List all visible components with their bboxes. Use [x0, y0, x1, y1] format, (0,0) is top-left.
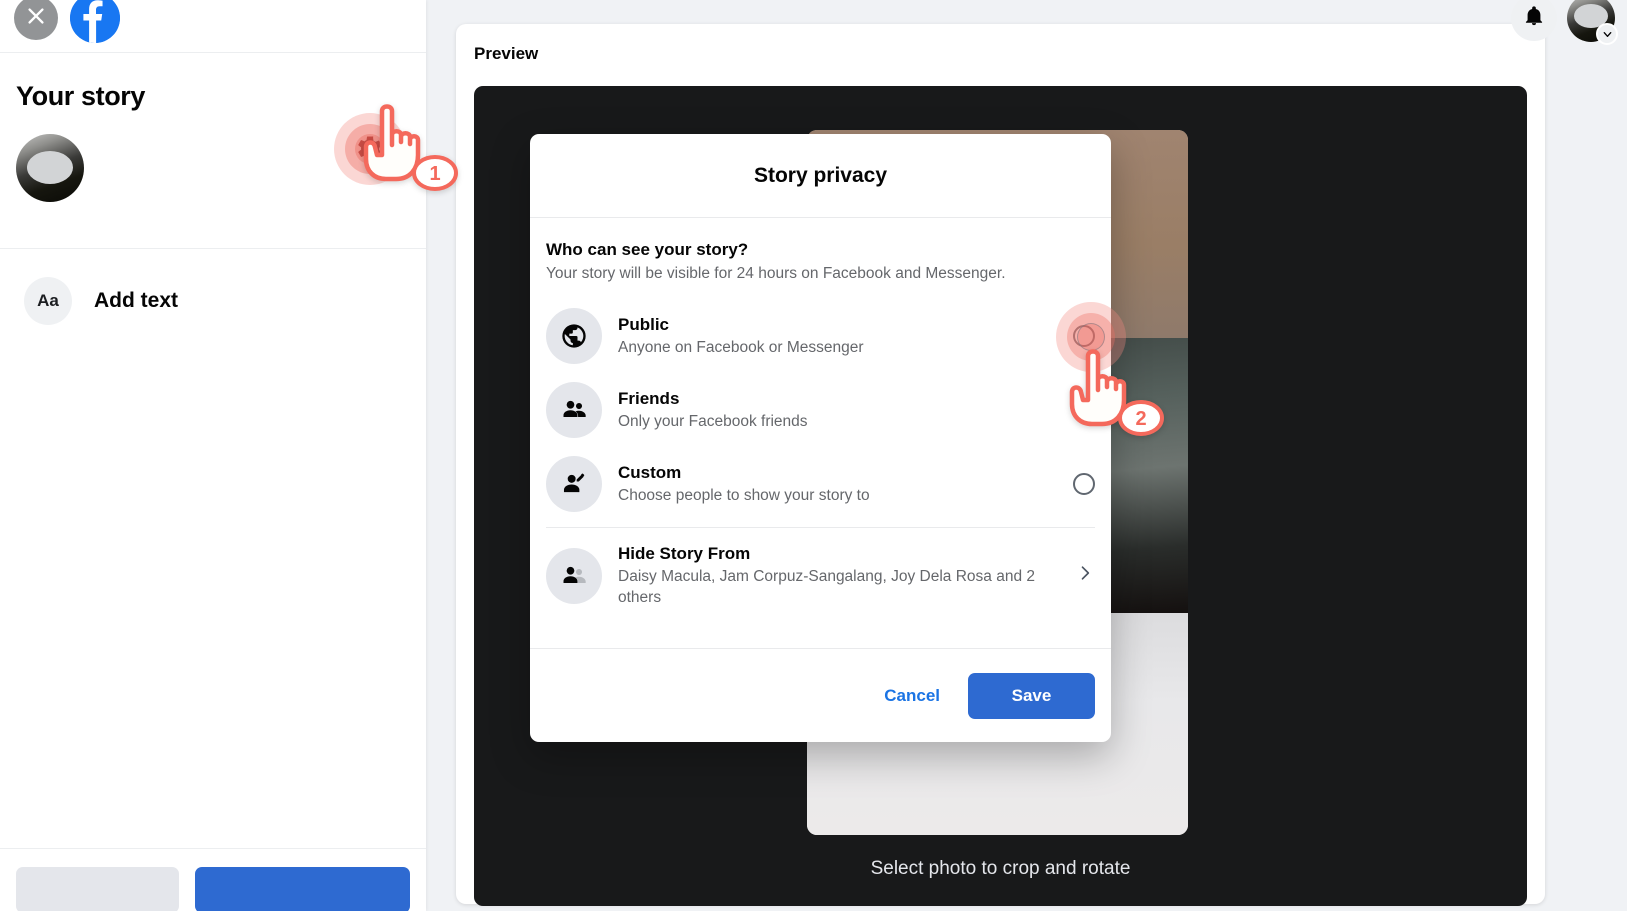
- dialog-intro: Who can see your story? Your story will …: [530, 240, 1111, 283]
- hide-story-from-title: Hide Story From: [618, 544, 751, 563]
- gear-icon: [334, 113, 406, 185]
- dialog-title: Story privacy: [753, 163, 888, 187]
- privacy-option-friends[interactable]: Friends Only your Facebook friends: [530, 373, 1111, 447]
- facebook-logo-button[interactable]: [70, 0, 120, 43]
- cancel-button[interactable]: Cancel: [866, 674, 958, 718]
- app-root: Your story Aa Add text Preview Select ph…: [0, 0, 1627, 911]
- share-to-story-button[interactable]: [194, 867, 410, 911]
- sidebar-footer: [0, 848, 426, 911]
- click-ripple-step-2: [1056, 302, 1126, 372]
- chevron-right-icon[interactable]: [1075, 563, 1095, 588]
- privacy-option-title: Public: [618, 314, 670, 334]
- text-tool-icon: Aa: [24, 277, 72, 325]
- chevron-down-icon: [1596, 23, 1618, 45]
- preview-heading: Preview: [474, 44, 539, 63]
- user-avatar: [16, 134, 84, 202]
- privacy-radio-friends[interactable]: [1073, 399, 1095, 421]
- friends-icon: [546, 382, 602, 438]
- story-editor-sidebar: Your story Aa Add text: [0, 0, 426, 911]
- hide-story-from-row[interactable]: Hide Story From Daisy Macula, Jam Corpuz…: [530, 534, 1111, 617]
- privacy-option-title: Custom: [618, 462, 682, 482]
- privacy-option-desc: Choose people to show your story to: [618, 486, 870, 504]
- discard-button[interactable]: [16, 867, 179, 911]
- story-privacy-dialog: Story privacy Who can see your story? Yo…: [530, 134, 1111, 742]
- add-text-button[interactable]: Aa Add text: [0, 249, 426, 353]
- add-text-label: Add text: [94, 289, 178, 312]
- add-text-icon-label: Aa: [37, 291, 59, 310]
- privacy-option-custom[interactable]: Custom Choose people to show your story …: [530, 447, 1111, 521]
- click-ripple-inner: [1077, 323, 1105, 351]
- facebook-logo-icon: [70, 0, 120, 43]
- person-hidden-icon: [546, 547, 602, 604]
- privacy-radio-custom[interactable]: [1073, 473, 1095, 495]
- your-story-section: Your story: [0, 53, 426, 249]
- dialog-body: Who can see your story? Your story will …: [530, 218, 1111, 648]
- dialog-header: Story privacy: [530, 134, 1111, 218]
- dialog-description: Your story will be visible for 24 hours …: [546, 265, 1006, 282]
- stage-caption: Select photo to crop and rotate: [870, 858, 1131, 879]
- privacy-option-desc: Only your Facebook friends: [618, 412, 808, 430]
- privacy-option-list: Public Anyone on Facebook or Messenger F…: [530, 299, 1111, 617]
- privacy-option-public[interactable]: Public Anyone on Facebook or Messenger: [530, 299, 1111, 373]
- close-button[interactable]: [14, 0, 58, 40]
- close-icon: [25, 5, 47, 32]
- global-header-actions: [1511, 0, 1618, 48]
- divider: [546, 527, 1095, 528]
- hide-story-from-desc: Daisy Macula, Jam Corpuz-Sangalang, Joy …: [618, 568, 1035, 606]
- step-number-1: 1: [429, 163, 440, 185]
- dialog-question: Who can see your story?: [546, 240, 749, 259]
- save-button[interactable]: Save: [968, 672, 1095, 719]
- custom-person-edit-icon: [546, 456, 602, 512]
- dialog-footer: Cancel Save: [530, 648, 1111, 742]
- privacy-option-title: Friends: [618, 388, 680, 408]
- sidebar-header: [0, 0, 426, 53]
- bell-icon: [1523, 5, 1545, 32]
- globe-icon: [546, 308, 602, 364]
- hide-story-from-text: Hide Story From Daisy Macula, Jam Corpuz…: [618, 543, 1059, 608]
- notifications-button[interactable]: [1511, 0, 1557, 41]
- story-privacy-settings-button[interactable]: [334, 113, 406, 185]
- privacy-option-public-text: Public Anyone on Facebook or Messenger: [618, 314, 1057, 359]
- privacy-option-custom-text: Custom Choose people to show your story …: [618, 462, 1057, 507]
- page-title: Your story: [16, 81, 146, 111]
- account-menu-button[interactable]: [1567, 0, 1618, 45]
- privacy-option-friends-text: Friends Only your Facebook friends: [618, 388, 1057, 433]
- privacy-option-desc: Anyone on Facebook or Messenger: [618, 338, 864, 356]
